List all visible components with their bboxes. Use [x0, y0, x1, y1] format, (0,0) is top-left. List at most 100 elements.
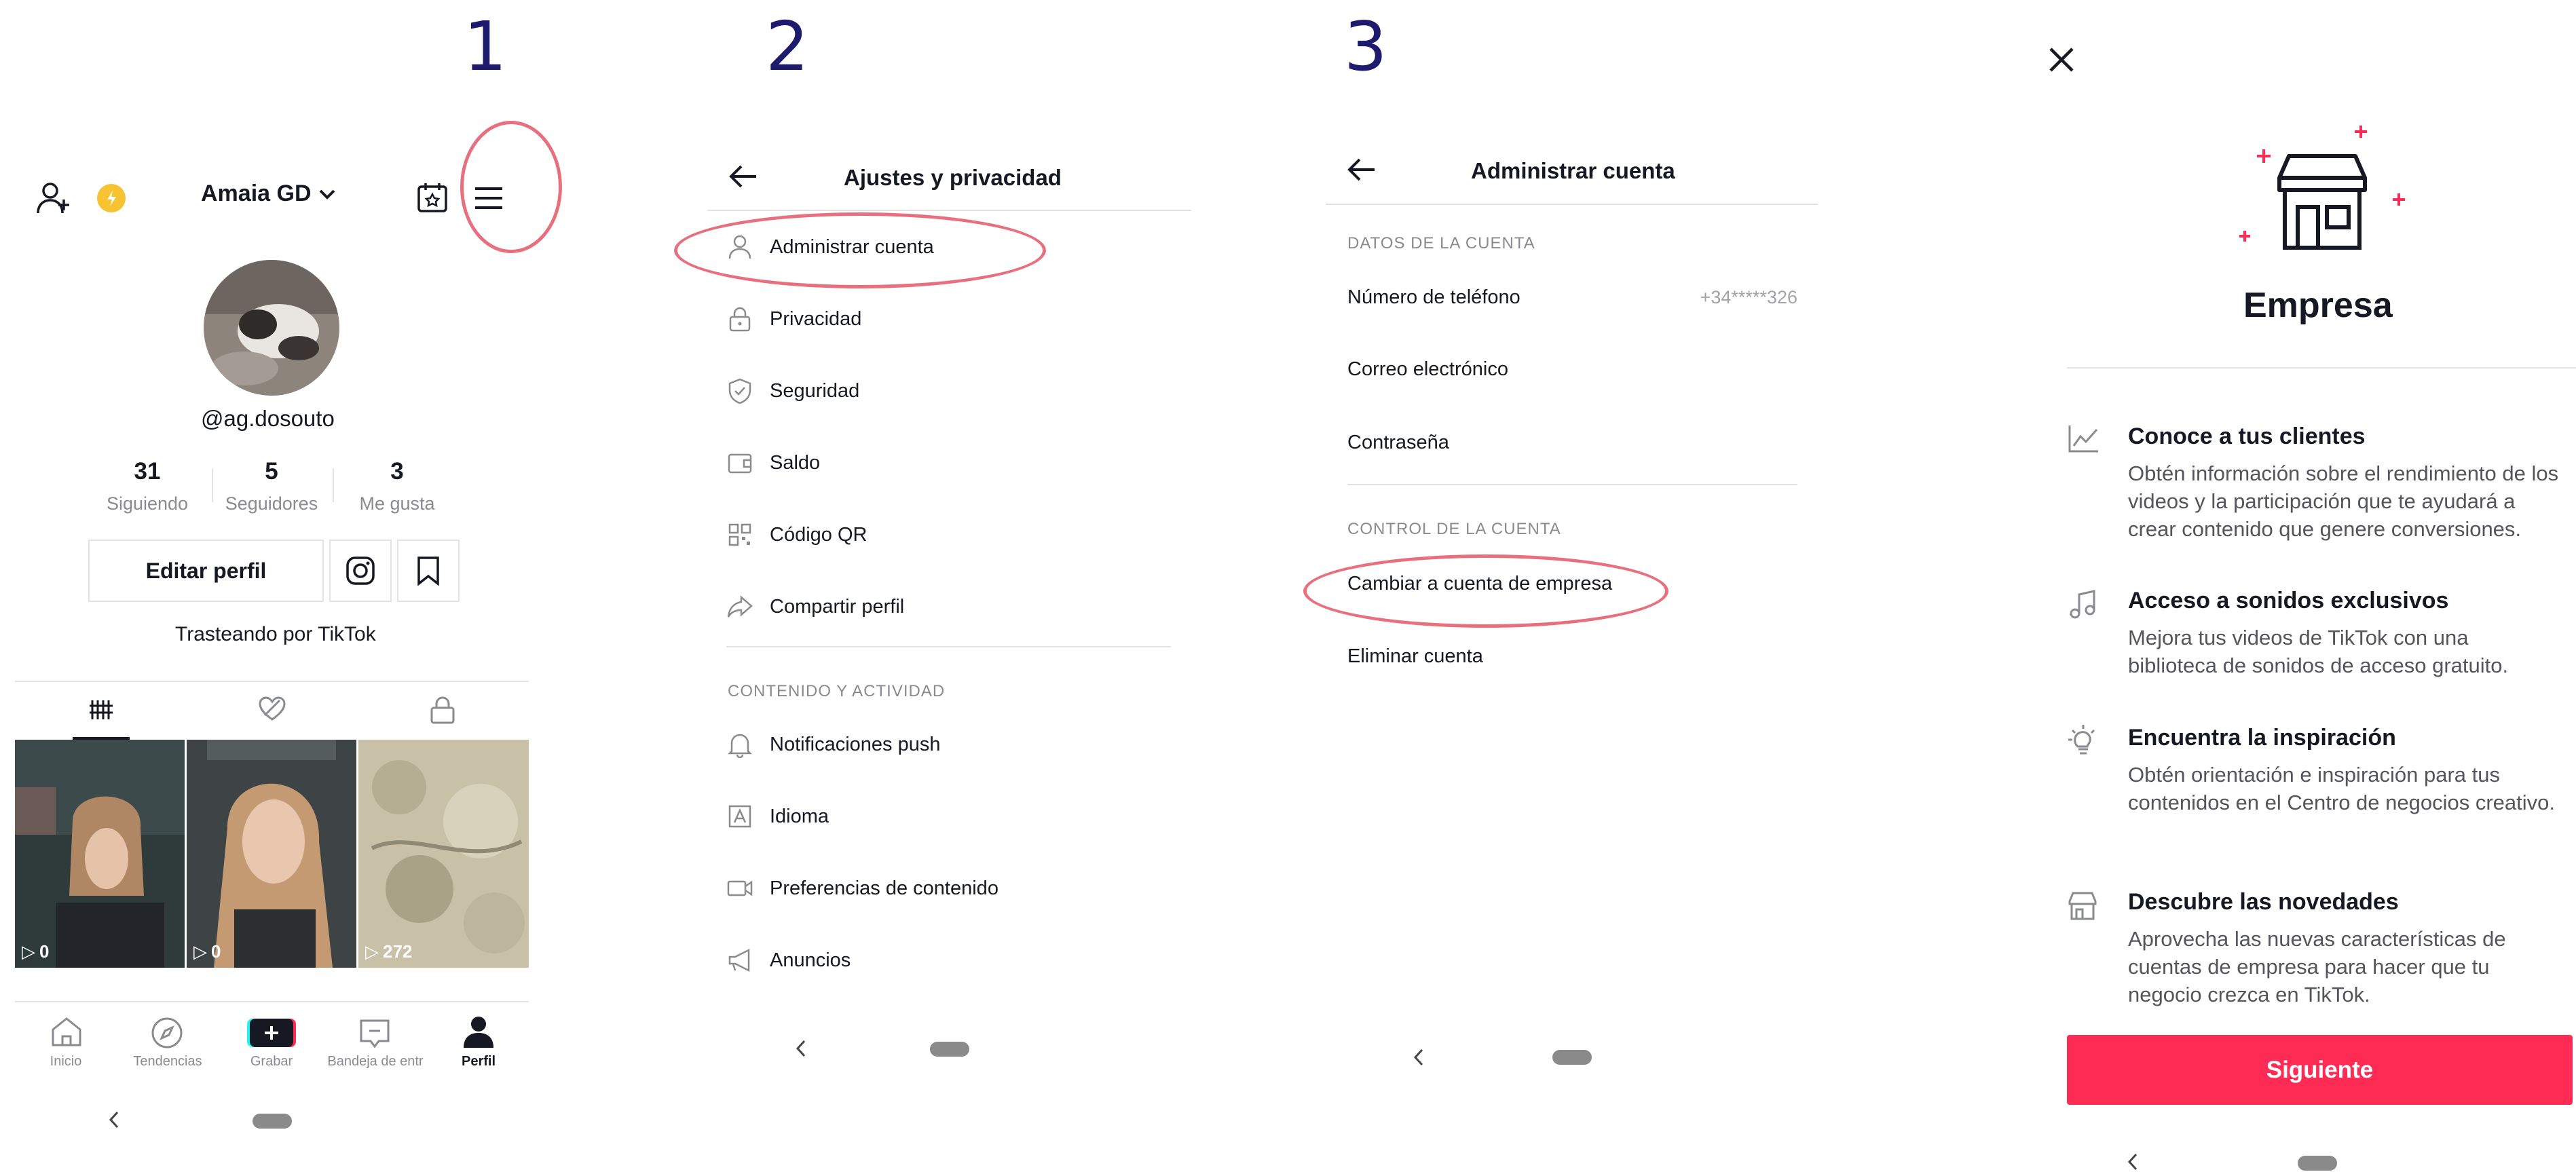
video-thumbnail[interactable]: ▷ 272 — [358, 740, 529, 968]
tab-private-icon[interactable] — [429, 695, 456, 725]
profile-nav-icon[interactable] — [462, 1015, 495, 1049]
chevron-down-icon — [317, 184, 337, 204]
profile-username[interactable]: Amaia GD — [201, 181, 337, 207]
menu-item-content-preferences[interactable]: Preferencias de contenido — [726, 875, 998, 902]
stat-label: Seguidores — [225, 493, 318, 514]
next-button[interactable]: Siguiente — [2067, 1035, 2573, 1105]
section-divider — [726, 646, 1171, 647]
divider — [15, 681, 529, 682]
highlight-manage-account — [674, 212, 1046, 288]
phone-value: +34*****326 — [1700, 287, 1797, 307]
row-phone-number[interactable]: Número de teléfono +34*****326 — [1347, 286, 1797, 309]
play-icon: ▷ — [193, 941, 207, 962]
menu-item-label: Notificaciones push — [770, 733, 941, 755]
menu-item-security[interactable]: Seguridad — [726, 377, 859, 404]
play-icon: ▷ — [22, 941, 35, 962]
nav-home-label[interactable]: Inicio — [15, 1054, 117, 1070]
system-back-icon[interactable] — [107, 1110, 121, 1130]
settings-title: Ajustes y privacidad — [844, 165, 1062, 190]
menu-item-privacy[interactable]: Privacidad — [726, 305, 861, 333]
menu-item-ads[interactable]: Anuncios — [726, 947, 851, 974]
video-thumbnail[interactable]: ▷ 0 — [15, 740, 185, 968]
stat-following[interactable]: 31 Siguiendo — [86, 458, 208, 514]
nav-profile-label[interactable]: Perfil — [428, 1054, 529, 1070]
compass-icon[interactable] — [151, 1017, 183, 1049]
avatar[interactable] — [204, 260, 339, 396]
row-password[interactable]: Contraseña — [1347, 432, 1449, 454]
edit-profile-button[interactable]: Editar perfil — [88, 540, 324, 602]
feature-title: Conoce a tus clientes — [2128, 423, 2366, 449]
stat-followers[interactable]: 5 Seguidores — [210, 458, 333, 514]
video-thumbnail[interactable]: ▷ 0 — [187, 740, 356, 968]
section-account-control: CONTROL DE LA CUENTA — [1347, 520, 1561, 538]
play-icon: ▷ — [365, 941, 379, 962]
section-content-activity: CONTENIDO Y ACTIVIDAD — [728, 682, 946, 700]
nav-record-label[interactable]: Grabar — [221, 1054, 322, 1070]
section-divider — [1347, 484, 1797, 485]
music-note-icon — [2068, 589, 2098, 620]
row-email[interactable]: Correo electrónico — [1347, 358, 1508, 381]
home-gesture-pill[interactable] — [253, 1114, 292, 1129]
step-number-3: 3 — [1344, 7, 1387, 86]
menu-item-label: Preferencias de contenido — [770, 877, 998, 899]
wallet-icon — [726, 449, 753, 476]
menu-item-label: Seguridad — [770, 379, 860, 402]
feature-description: Obtén orientación e inspiración para tus… — [2128, 763, 2556, 814]
language-icon — [726, 803, 753, 830]
nav-inbox-label[interactable]: Bandeja de entr — [324, 1054, 426, 1070]
highlight-switch-business — [1303, 554, 1668, 628]
menu-item-label: Compartir perfil — [770, 595, 905, 618]
inbox-icon[interactable] — [358, 1018, 391, 1049]
system-back-icon[interactable] — [1412, 1047, 1425, 1067]
view-count: ▷ 0 — [193, 941, 221, 962]
home-icon[interactable] — [50, 1016, 83, 1047]
back-arrow-icon[interactable] — [1346, 156, 1377, 183]
coin-icon[interactable] — [97, 184, 126, 212]
home-gesture-pill[interactable] — [2298, 1156, 2337, 1171]
header-divider — [1326, 204, 1818, 205]
highlight-menu-circle — [460, 121, 562, 253]
home-gesture-pill[interactable] — [1552, 1050, 1592, 1065]
favorites-button[interactable] — [397, 540, 460, 602]
row-delete-account[interactable]: Eliminar cuenta — [1347, 645, 1483, 668]
menu-item-qr-code[interactable]: Código QR — [726, 521, 867, 548]
close-icon[interactable] — [2047, 45, 2076, 75]
lock-icon — [726, 305, 753, 333]
phone-label: Número de teléfono — [1347, 286, 1520, 308]
feature-description: Mejora tus videos de TikTok con una bibl… — [2128, 626, 2509, 677]
stat-likes[interactable]: 3 Me gusta — [336, 458, 458, 514]
shield-icon — [726, 377, 753, 404]
menu-item-balance[interactable]: Saldo — [726, 449, 820, 476]
profile-handle: @ag.dosouto — [201, 406, 335, 431]
section-account-data: DATOS DE LA CUENTA — [1347, 234, 1535, 252]
lightbulb-icon — [2067, 723, 2099, 756]
delete-account-label: Eliminar cuenta — [1347, 645, 1483, 667]
system-back-icon[interactable] — [794, 1038, 808, 1059]
share-icon — [726, 593, 753, 620]
feature-title: Acceso a sonidos exclusivos — [2128, 588, 2449, 613]
back-arrow-icon[interactable] — [728, 163, 759, 190]
instagram-button[interactable] — [329, 540, 392, 602]
password-label: Contraseña — [1347, 432, 1449, 453]
feature-title: Encuentra la inspiración — [2128, 725, 2396, 751]
menu-item-push-notifications[interactable]: Notificaciones push — [726, 731, 940, 758]
home-gesture-pill[interactable] — [930, 1042, 969, 1057]
step-number-1: 1 — [464, 7, 507, 86]
record-button[interactable] — [250, 1019, 293, 1047]
menu-item-share-profile[interactable]: Compartir perfil — [726, 593, 904, 620]
system-back-icon[interactable] — [2126, 1152, 2140, 1172]
add-friend-icon[interactable] — [35, 179, 73, 217]
menu-item-language[interactable]: Idioma — [726, 803, 829, 830]
feature-title: Descubre las novedades — [2128, 889, 2399, 915]
header-divider — [707, 210, 1191, 211]
nav-trends-label[interactable]: Tendencias — [117, 1054, 219, 1070]
plus-icon — [265, 1026, 278, 1040]
divider — [15, 1001, 529, 1002]
calendar-icon[interactable] — [415, 181, 449, 214]
menu-item-label: Código QR — [770, 523, 867, 546]
qr-code-icon — [726, 521, 753, 548]
tab-videos-icon[interactable] — [88, 698, 113, 722]
manage-account-title: Administrar cuenta — [1471, 158, 1675, 183]
instagram-icon — [346, 556, 375, 586]
tab-liked-icon[interactable] — [258, 696, 286, 722]
